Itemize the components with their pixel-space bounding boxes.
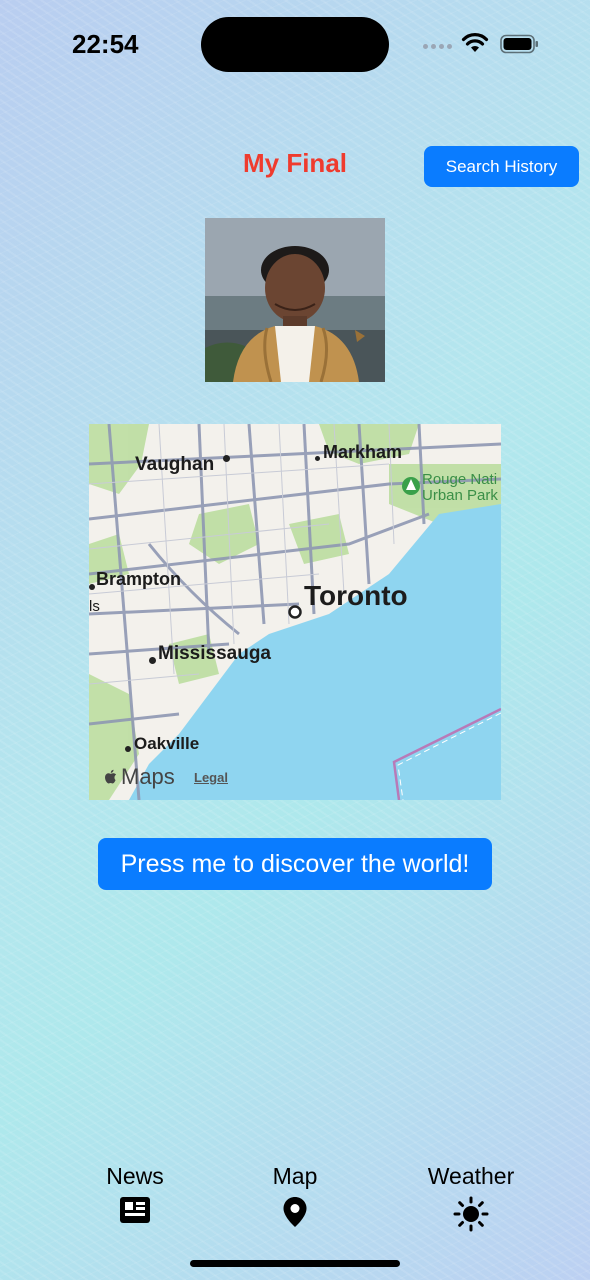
cellular-signal-icon	[423, 44, 452, 49]
map-label-urban-park: Urban Park	[422, 487, 498, 504]
map-label-toronto: Toronto	[304, 580, 408, 611]
map-dot-oakville	[125, 746, 131, 752]
map-label-vaughan: Vaughan	[135, 454, 215, 475]
map-dot-mississauga	[149, 657, 156, 664]
map-dot-vaughan	[223, 455, 230, 462]
map-label-oakville: Oakville	[134, 734, 200, 753]
tab-weather-label: Weather	[427, 1163, 515, 1189]
map-label-markham: Markham	[323, 442, 403, 462]
map-view[interactable]: Vaughan Markham Rouge Nati Urban Park Br…	[89, 424, 501, 800]
tab-news[interactable]: News	[95, 1163, 175, 1224]
sun-icon	[453, 1196, 489, 1232]
tab-map-label: Map	[272, 1163, 318, 1189]
maps-attribution-text: Maps	[121, 764, 175, 789]
map-dot-brampton	[89, 584, 95, 590]
profile-photo	[205, 218, 385, 382]
status-time: 22:54	[72, 29, 139, 59]
map-label-brampton: Brampton	[96, 569, 181, 589]
maps-attribution: Maps	[103, 764, 175, 790]
dynamic-island	[201, 17, 389, 72]
search-history-button[interactable]: Search History	[424, 146, 579, 187]
status-bar: 22:54	[0, 0, 590, 90]
map-label-mississauga: Mississauga	[158, 643, 271, 664]
discover-world-button[interactable]: Press me to discover the world!	[98, 838, 492, 890]
person-illustration	[205, 218, 385, 382]
tab-weather[interactable]: Weather	[420, 1163, 522, 1232]
wifi-icon	[461, 33, 489, 52]
legal-link[interactable]: Legal	[194, 770, 228, 785]
apple-logo-icon	[105, 769, 117, 784]
map-label-ls: ls	[89, 598, 100, 615]
map-label-rouge: Rouge Nati	[422, 471, 498, 488]
tab-map[interactable]: Map	[255, 1163, 335, 1228]
home-indicator[interactable]	[190, 1260, 400, 1267]
map-dot-markham	[315, 456, 320, 461]
newspaper-icon	[120, 1197, 150, 1223]
battery-icon	[500, 34, 538, 54]
map-pin-icon	[283, 1197, 307, 1227]
tab-news-label: News	[106, 1163, 164, 1189]
